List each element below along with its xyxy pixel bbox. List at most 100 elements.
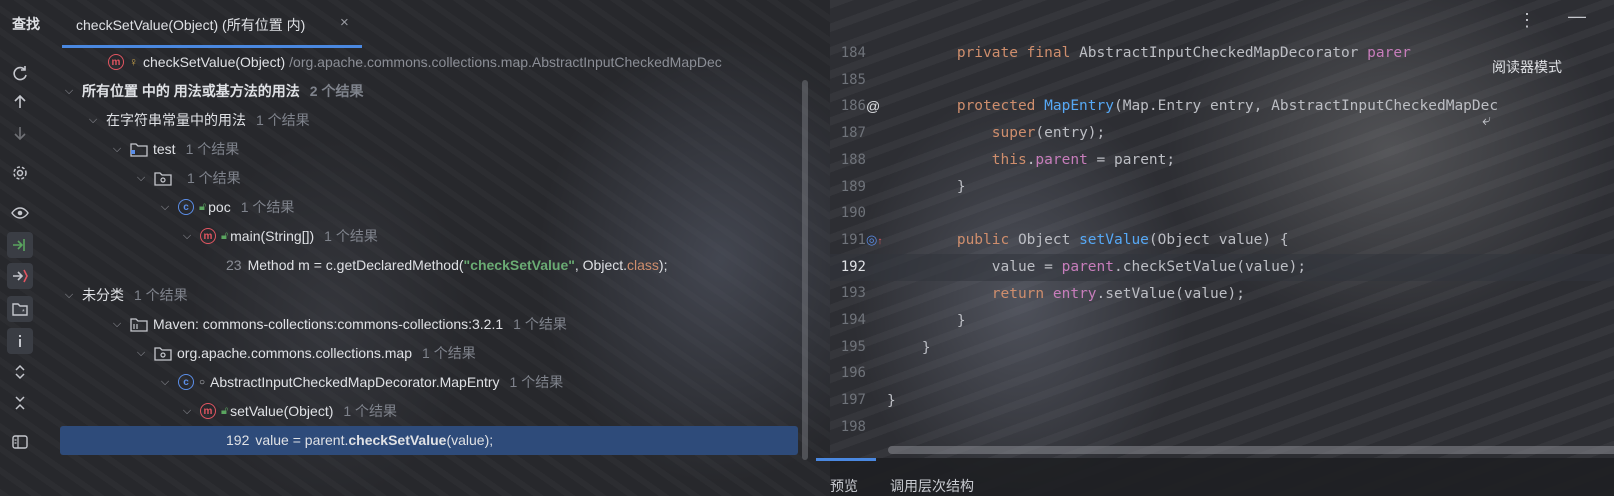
method-icon: m [200, 403, 216, 419]
method-label: main(String[]) [230, 228, 315, 244]
code-line-184: private final AbstractInputCheckedMapDec… [887, 45, 1411, 61]
soft-wrap-icon[interactable]: ⤶ [1482, 112, 1491, 130]
arrow-up-icon[interactable] [7, 89, 33, 115]
public-access-icon: 🔓︎ [221, 404, 229, 417]
tab-preview[interactable]: 预览 [830, 476, 858, 496]
code-line-193: return entry.setValue(value); [887, 286, 1245, 302]
gear-icon[interactable] [7, 160, 33, 186]
usage-string-literal: "checkSetValue" [463, 257, 575, 273]
line-number: 196 [840, 365, 866, 382]
result-count: 1 个结果 [185, 141, 240, 157]
tab-call-hierarchy[interactable]: 调用层次结构 [890, 476, 974, 496]
public-access-icon: 🔓︎ [221, 229, 229, 242]
line-number: 192 [840, 258, 866, 275]
chevron-down-icon[interactable]: ⌵ [158, 201, 172, 214]
line-number: 193 [840, 285, 866, 302]
chevron-down-icon[interactable]: ⌵ [180, 405, 194, 418]
find-tool-window-header: 查找 checkSetValue(Object) (所有位置 内) × [0, 0, 830, 48]
chevron-down-icon[interactable]: ⌵ [62, 289, 76, 302]
line-number: 184 [840, 45, 866, 61]
code-line-191: public Object setValue(Object value) { [887, 232, 1289, 248]
preview-panel-icon[interactable] [7, 429, 33, 455]
refresh-icon[interactable] [7, 60, 33, 86]
eye-icon[interactable] [7, 200, 33, 226]
close-icon[interactable]: × [340, 14, 349, 31]
result-count: 1 个结果 [513, 316, 567, 332]
chevron-down-icon[interactable]: ⌵ [134, 172, 148, 185]
arrow-down-icon[interactable] [7, 120, 33, 146]
tree-method-setvalue[interactable]: ⌵ m 🔓︎ setValue(Object) 1 个结果 [180, 397, 397, 425]
usage-keyword: class [627, 257, 659, 273]
code-line-197: } [887, 393, 896, 409]
collapse-all-icon[interactable] [7, 390, 33, 416]
usage-code: (value); [446, 432, 494, 448]
chevron-down-icon[interactable]: ⌵ [158, 376, 172, 389]
package-label: org.apache.commons.collections.map [177, 345, 413, 361]
horizontal-scrollbar[interactable] [888, 446, 1614, 454]
chevron-down-icon[interactable]: ⌵ [180, 230, 194, 243]
info-icon[interactable] [7, 328, 33, 354]
tree-usage-line-192[interactable]: 192 value = parent. checkSetValue (value… [226, 426, 493, 454]
usage-code: Method m = c.getDeclaredMethod( [247, 257, 464, 273]
tab-find-results[interactable]: checkSetValue(Object) (所有位置 内) × [62, 0, 362, 48]
result-count: 1 个结果 [240, 199, 295, 215]
show-write-access-icon[interactable] [7, 263, 33, 289]
code-line-195: } [887, 340, 931, 356]
vertical-scrollbar[interactable] [802, 80, 808, 460]
package-private-icon: ○ [199, 376, 206, 388]
tree-group-uncategorized[interactable]: ⌵ 未分类 1 个结果 [62, 281, 188, 309]
tree-method-main[interactable]: ⌵ m 🔓︎ main(String[]) 1 个结果 [180, 222, 378, 250]
class-label: poc [208, 199, 231, 215]
package-icon [154, 170, 172, 186]
result-count: 1 个结果 [134, 287, 188, 303]
line-number: 194 [840, 312, 866, 328]
show-read-access-icon[interactable] [7, 232, 33, 258]
code-line-192: value = parent.checkSetValue(value); [887, 259, 1307, 275]
chevron-down-icon[interactable]: ⌵ [110, 318, 124, 331]
module-label: test [153, 141, 176, 157]
usage-match: checkSetValue [348, 432, 447, 448]
result-count: 2 个结果 [309, 83, 364, 99]
method-icon: m [200, 228, 216, 244]
tree-class-poc[interactable]: ⌵ c 🔓︎ poc 1 个结果 [158, 193, 294, 221]
bottom-tab-bar: 预览 调用层次结构 [816, 458, 1614, 496]
expand-all-icon[interactable] [7, 359, 33, 385]
usage-code: ); [658, 257, 668, 273]
tree-group-all-usages[interactable]: ⌵ 所有位置 中的 用法或基方法的用法 2 个结果 [62, 77, 364, 105]
tree-module-test[interactable]: ⌵ test 1 个结果 [110, 135, 239, 163]
class-label: AbstractInputCheckedMapDecorator.MapEntr… [210, 374, 500, 390]
key-icon: ♀ [129, 55, 138, 69]
tab-underline [816, 458, 876, 461]
chevron-down-icon[interactable]: ⌵ [110, 143, 124, 156]
tree-class-map-entry[interactable]: ⌵ c ○ AbstractInputCheckedMapDecorator.M… [158, 368, 563, 396]
chevron-down-icon[interactable]: ⌵ [86, 114, 100, 127]
class-icon: c [178, 199, 194, 215]
code-line-186: protected MapEntry(Map.Entry entry, Abst… [887, 98, 1499, 114]
library-label: Maven: commons-collections:commons-colle… [153, 316, 504, 332]
result-count: 1 个结果 [256, 112, 310, 128]
code-editor[interactable]: 184 185 186 187 188 189 190 191 192 193 194 195 196 1… [816, 0, 1614, 496]
code-line-189: } [887, 179, 966, 195]
method-label: setValue(Object) [230, 403, 334, 419]
override-marker-icon[interactable]: @ [866, 98, 880, 114]
code-line-187: super(entry); [991, 125, 1106, 141]
group-by-directory-icon[interactable]: * [7, 296, 33, 322]
usage-code: value = parent. [255, 432, 349, 448]
implements-marker-icon[interactable]: ◎↑ [866, 232, 882, 248]
more-options-icon[interactable]: ⋮ [1518, 10, 1536, 31]
group-label: 所有位置 中的 用法或基方法的用法 [82, 83, 300, 99]
tab-label: checkSetValue(Object) (所有位置 内) [76, 17, 306, 33]
chevron-down-icon[interactable]: ⌵ [62, 85, 76, 98]
method-icon: m [108, 54, 124, 70]
tree-item-target-method[interactable]: m ♀ checkSetValue(Object) /org.apache.co… [108, 48, 722, 76]
public-access-icon: 🔓︎ [199, 200, 207, 213]
chevron-down-icon[interactable]: ⌵ [134, 347, 148, 360]
tree-group-string-constants[interactable]: ⌵ 在字符串常量中的用法 1 个结果 [86, 106, 310, 134]
minimize-icon[interactable]: — [1568, 6, 1586, 27]
method-name: checkSetValue(Object) [143, 54, 286, 70]
tree-package-default[interactable]: ⌵ 1 个结果 [134, 164, 241, 192]
reader-mode-label[interactable]: 阅读器模式 [1492, 57, 1562, 77]
tree-package-map[interactable]: ⌵ org.apache.commons.collections.map 1 个… [134, 339, 476, 367]
tree-library-maven[interactable]: ⌵ Maven: commons-collections:commons-col… [110, 310, 567, 338]
tree-usage-line-23[interactable]: 23 Method m = c.getDeclaredMethod( "chec… [226, 251, 667, 279]
